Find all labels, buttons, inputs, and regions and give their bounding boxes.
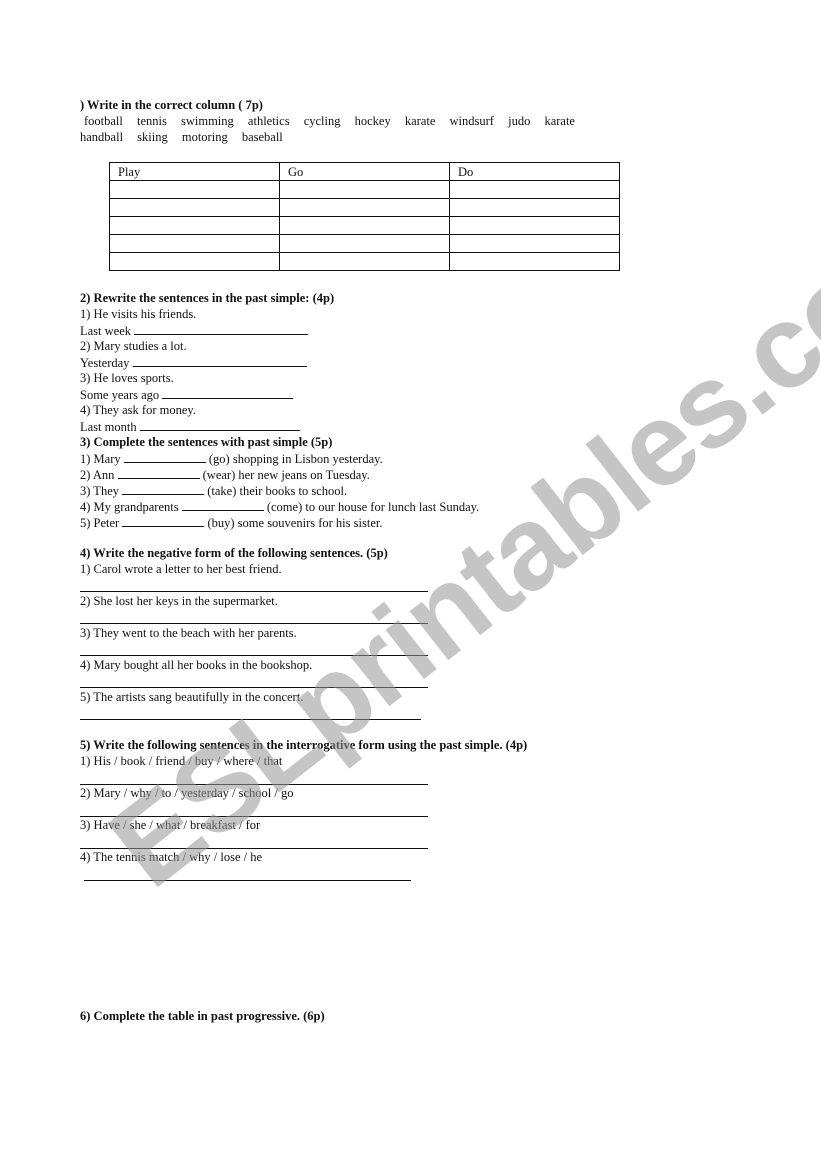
sentence: 2) Mary studies a lot.: [80, 339, 187, 353]
section6-heading: 6) Complete the table in past progressiv…: [80, 1009, 325, 1023]
section4-heading: 4) Write the negative form of the follow…: [80, 546, 388, 560]
rewrite-prompt: Last month: [80, 418, 300, 435]
word: skiing: [137, 130, 168, 144]
answer-cell[interactable]: [279, 234, 450, 253]
sentence: 1) Carol wrote a letter to her best frie…: [80, 562, 282, 576]
answer-blank[interactable]: [139, 418, 300, 431]
section2-heading: 2) Rewrite the sentences in the past sim…: [80, 291, 335, 305]
sentence: 5) The artists sang beautifully in the c…: [80, 690, 304, 704]
answer-cell[interactable]: [109, 198, 280, 217]
sentence: 1) He visits his friends.: [80, 307, 197, 321]
answer-line[interactable]: [80, 623, 428, 624]
sentence-end: (buy) some souvenirs for his sister.: [207, 516, 383, 530]
table-header-row: Play Go Do: [109, 162, 620, 181]
answer-line[interactable]: [80, 655, 428, 656]
sentence-end: (wear) her new jeans on Tuesday.: [202, 468, 370, 482]
word: motoring: [181, 130, 228, 144]
answer-cell[interactable]: [109, 234, 280, 253]
answer-blank[interactable]: [162, 386, 294, 399]
sentence-end: (go) shopping in Lisbon yesterday.: [208, 452, 383, 466]
answer-cell[interactable]: [449, 234, 620, 253]
prompt-label: Some years ago: [80, 388, 160, 402]
answer-cell[interactable]: [279, 180, 450, 199]
sentence: 4) Mary bought all her books in the book…: [80, 658, 313, 672]
word-prompt: 4) The tennis match / why / lose / he: [80, 850, 263, 864]
answer-blank[interactable]: [181, 498, 264, 511]
prompt-label: Yesterday: [80, 356, 130, 370]
sentence-start: 4) My grandparents: [80, 500, 179, 514]
answer-cell[interactable]: [449, 216, 620, 235]
rewrite-prompt: Last week: [80, 322, 309, 339]
fill-sentence: 1) Mary (go) shopping in Lisbon yesterda…: [80, 450, 383, 467]
sentence: 3) They went to the beach with her paren…: [80, 626, 297, 640]
answer-cell[interactable]: [449, 198, 620, 217]
word: karate: [544, 114, 575, 128]
word: handball: [80, 130, 124, 144]
table-row: [109, 198, 620, 217]
rewrite-prompt: Yesterday: [80, 354, 307, 371]
word: football: [84, 114, 123, 128]
section3-heading: 3) Complete the sentences with past simp…: [80, 435, 333, 449]
sentence-start: 1) Mary: [80, 452, 121, 466]
rewrite-prompt: Some years ago: [80, 386, 294, 403]
sentence: 3) He loves sports.: [80, 371, 174, 385]
answer-cell[interactable]: [449, 252, 620, 271]
worksheet-page: ) Write in the correct column ( 7p) foot…: [0, 0, 821, 1169]
answer-blank[interactable]: [132, 354, 307, 367]
answer-cell[interactable]: [109, 252, 280, 271]
word: baseball: [241, 130, 283, 144]
sentence: 4) They ask for money.: [80, 403, 196, 417]
section1-heading: ) Write in the correct column ( 7p): [80, 98, 263, 112]
table-header-go: Go: [279, 162, 450, 181]
table-row: [109, 216, 620, 235]
table-row: [109, 234, 620, 253]
word: karate: [404, 114, 436, 128]
table-header-do: Do: [449, 162, 620, 181]
answer-line[interactable]: [80, 591, 428, 592]
word: windsurf: [449, 114, 494, 128]
word-bank-line2: handball skiing motoring baseball: [80, 129, 294, 145]
prompt-label: Last month: [80, 420, 137, 434]
sentence-end: (come) to our house for lunch last Sunda…: [266, 500, 480, 514]
section5-heading: 5) Write the following sentences in the …: [80, 738, 528, 752]
word-bank-line1: football tennis swimming athletics cycli…: [84, 113, 586, 129]
answer-blank[interactable]: [122, 514, 205, 527]
word: hockey: [354, 114, 391, 128]
prompt-label: Last week: [80, 324, 132, 338]
answer-blank[interactable]: [123, 450, 206, 463]
answer-cell[interactable]: [279, 198, 450, 217]
answer-blank[interactable]: [117, 466, 200, 479]
answer-cell[interactable]: [109, 216, 280, 235]
fill-sentence: 5) Peter (buy) some souvenirs for his si…: [80, 514, 382, 531]
word-prompt: 3) Have / she / what / breakfast / for: [80, 818, 261, 832]
word-prompt: 2) Mary / why / to / yesterday / school …: [80, 786, 294, 800]
table-header-play: Play: [109, 162, 280, 181]
sentence: 2) She lost her keys in the supermarket.: [80, 594, 278, 608]
word: athletics: [247, 114, 290, 128]
answer-cell[interactable]: [279, 216, 450, 235]
sentence-start: 2) Ann: [80, 468, 115, 482]
answer-cell[interactable]: [279, 252, 450, 271]
word-prompt: 1) His / book / friend / buy / where / t…: [80, 754, 283, 768]
sports-column-table: Play Go Do: [109, 162, 620, 271]
answer-cell[interactable]: [109, 180, 280, 199]
sentence-start: 5) Peter: [80, 516, 120, 530]
answer-blank[interactable]: [134, 322, 309, 335]
fill-sentence: 3) They (take) their books to school.: [80, 482, 347, 499]
word: cycling: [303, 114, 341, 128]
table-row: [109, 252, 620, 271]
word: swimming: [181, 114, 234, 128]
table-row: [109, 180, 620, 199]
answer-line[interactable]: [84, 880, 411, 881]
sentence-end: (take) their books to school.: [207, 484, 348, 498]
word: tennis: [137, 114, 167, 128]
answer-line[interactable]: [80, 687, 428, 688]
word: judo: [508, 114, 531, 128]
answer-line[interactable]: [80, 719, 421, 720]
fill-sentence: 4) My grandparents (come) to our house f…: [80, 498, 479, 515]
answer-cell[interactable]: [449, 180, 620, 199]
answer-blank[interactable]: [122, 482, 205, 495]
fill-sentence: 2) Ann (wear) her new jeans on Tuesday.: [80, 466, 370, 483]
sentence-start: 3) They: [80, 484, 119, 498]
